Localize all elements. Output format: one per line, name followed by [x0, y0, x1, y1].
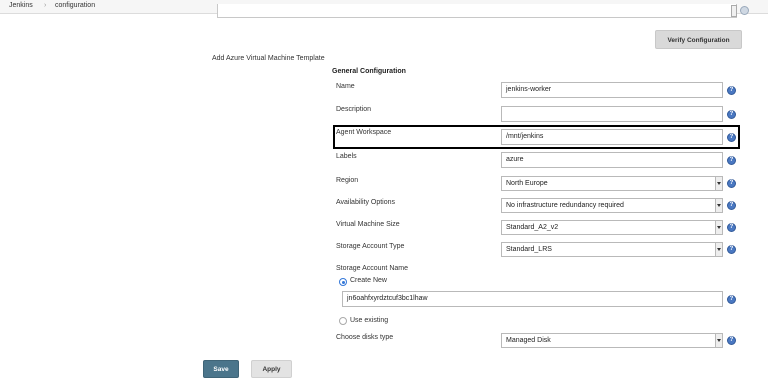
breadcrumb-item-jenkins[interactable]: Jenkins	[9, 2, 33, 9]
name-help-icon[interactable]: ?	[727, 86, 736, 95]
labels-input[interactable]: azure	[501, 152, 723, 168]
use-existing-label[interactable]: Use existing	[350, 317, 388, 324]
agent-workspace-input[interactable]: /mnt/jenkins	[501, 129, 723, 145]
description-label: Description	[336, 106, 372, 113]
vm-size-help-icon[interactable]: ?	[727, 223, 736, 232]
storage-name-input[interactable]: jn6oahfxyrdztcuf3bc1lhaw	[342, 291, 723, 307]
disk-type-help-icon[interactable]: ?	[727, 336, 736, 345]
subsection-title: General Configuration	[332, 68, 406, 75]
storage-name-label: Storage Account Name	[336, 265, 408, 272]
storage-name-help-icon[interactable]: ?	[727, 295, 736, 304]
storage-type-select[interactable]: Standard_LRS	[501, 242, 723, 257]
region-label: Region	[336, 177, 359, 184]
disk-type-label: Choose disks type	[336, 334, 394, 341]
previous-help-icon[interactable]	[740, 6, 749, 15]
availability-label: Availability Options	[336, 199, 396, 206]
name-input[interactable]: jenkins-worker	[501, 82, 723, 98]
disk-type-select-value: Managed Disk	[506, 337, 551, 344]
previous-field-scrollbar[interactable]	[731, 5, 737, 17]
breadcrumb-item-configuration[interactable]: configuration	[55, 2, 95, 9]
agent-workspace-help-icon[interactable]: ?	[727, 133, 736, 142]
region-select[interactable]: North Europe	[501, 176, 723, 191]
labels-label: Labels	[336, 153, 357, 160]
create-new-label[interactable]: Create New	[350, 277, 387, 284]
name-label: Name	[336, 83, 355, 90]
chevron-down-icon	[715, 221, 722, 234]
storage-type-select-value: Standard_LRS	[506, 246, 552, 253]
save-button[interactable]: Save	[203, 360, 239, 378]
chevron-down-icon	[715, 199, 722, 212]
verify-configuration-button[interactable]: Verify Configuration	[655, 30, 742, 49]
apply-button[interactable]: Apply	[251, 360, 292, 378]
chevron-down-icon	[715, 177, 722, 190]
chevron-down-icon	[715, 243, 722, 256]
availability-select-value: No infrastructure redundancy required	[506, 202, 624, 209]
region-select-value: North Europe	[506, 180, 548, 187]
breadcrumb-separator: ›	[44, 2, 47, 9]
storage-type-help-icon[interactable]: ?	[727, 245, 736, 254]
region-help-icon[interactable]: ?	[727, 179, 736, 188]
labels-help-icon[interactable]: ?	[727, 156, 736, 165]
disk-type-select[interactable]: Managed Disk	[501, 333, 723, 348]
create-new-radio[interactable]	[339, 278, 347, 286]
use-existing-radio[interactable]	[339, 317, 347, 325]
vm-size-label: Virtual Machine Size	[336, 221, 400, 228]
description-help-icon[interactable]: ?	[727, 110, 736, 119]
availability-select[interactable]: No infrastructure redundancy required	[501, 198, 723, 213]
chevron-down-icon	[715, 334, 722, 347]
description-input[interactable]	[501, 106, 723, 122]
availability-help-icon[interactable]: ?	[727, 201, 736, 210]
vm-size-select[interactable]: Standard_A2_v2	[501, 220, 723, 235]
storage-type-label: Storage Account Type	[336, 243, 405, 250]
previous-field-input[interactable]	[217, 4, 737, 18]
agent-workspace-label: Agent Workspace	[336, 129, 392, 136]
section-title: Add Azure Virtual Machine Template	[212, 55, 325, 62]
vm-size-select-value: Standard_A2_v2	[506, 224, 559, 231]
